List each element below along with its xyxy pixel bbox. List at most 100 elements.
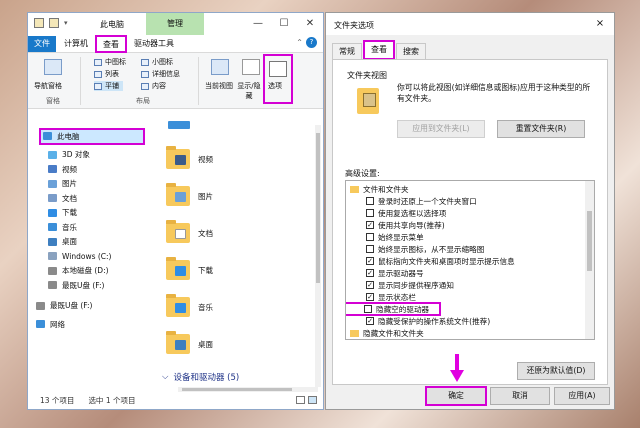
- checkbox[interactable]: [366, 197, 374, 205]
- new-folder-icon[interactable]: [49, 18, 59, 28]
- large-icons-view-icon[interactable]: [308, 396, 317, 404]
- folder-item[interactable]: 视频: [166, 146, 213, 169]
- checkbox[interactable]: [366, 245, 374, 253]
- layout-details[interactable]: 详细信息: [141, 69, 180, 79]
- dialog-close-icon[interactable]: ×: [586, 13, 614, 35]
- nav-item-label: 文档: [62, 193, 77, 203]
- nav-item[interactable]: 文档: [28, 191, 144, 206]
- nav-item[interactable]: 此电脑: [39, 128, 145, 145]
- layout-content[interactable]: 内容: [141, 81, 166, 91]
- nav-item[interactable]: 视频: [28, 162, 144, 177]
- qat-dropdown-icon[interactable]: ▾: [64, 19, 68, 27]
- options-button[interactable]: 选项: [263, 54, 293, 104]
- setting-item[interactable]: ✓ 使用共享向导(推荐): [346, 219, 594, 231]
- tab-search[interactable]: 搜索: [396, 43, 426, 59]
- layout-list[interactable]: 列表: [94, 69, 119, 79]
- setting-item[interactable]: ✓ 隐藏受保护的操作系统文件(推荐): [346, 315, 594, 327]
- tab-file[interactable]: 文件: [28, 36, 56, 52]
- restore-defaults-button[interactable]: 还原为默认值(D): [517, 362, 595, 380]
- apply-button[interactable]: 应用(A): [554, 387, 610, 405]
- maximize-icon[interactable]: ☐: [271, 13, 297, 35]
- tab-general[interactable]: 常规: [332, 43, 362, 59]
- nav-item-icon: [48, 223, 57, 232]
- setting-label: 隐藏文件和文件夹: [363, 328, 424, 338]
- setting-label: 始终显示菜单: [378, 232, 424, 242]
- cancel-button[interactable]: 取消: [490, 387, 550, 405]
- folder-item[interactable]: 音乐: [166, 294, 213, 317]
- navigation-pane-button[interactable]: 导航窗格: [34, 81, 62, 91]
- tab-view-options[interactable]: 查看: [363, 40, 395, 60]
- current-view-icon[interactable]: [211, 59, 229, 75]
- folder-item[interactable]: 文档: [166, 220, 213, 243]
- help-icon[interactable]: ?: [306, 37, 317, 48]
- nav-item-label: 本地磁盘 (D:): [62, 266, 109, 276]
- minimize-icon[interactable]: —: [245, 13, 271, 35]
- apply-to-folders-button[interactable]: 应用到文件夹(L): [397, 120, 485, 138]
- nav-item[interactable]: 3D 对象: [28, 148, 144, 163]
- options-label: 选项: [268, 82, 282, 90]
- folder-label: 图片: [198, 191, 213, 201]
- current-view-button[interactable]: 当前视图: [204, 81, 234, 91]
- checkbox[interactable]: [364, 305, 372, 313]
- layout-small-icons[interactable]: 小图标: [141, 57, 173, 67]
- details-view-icon[interactable]: [296, 396, 305, 404]
- checkbox[interactable]: [366, 233, 374, 241]
- settings-scrollbar[interactable]: [585, 181, 594, 339]
- layout-medium-icons[interactable]: 中图标: [94, 57, 126, 67]
- folder-item[interactable]: 下载: [166, 257, 213, 280]
- annotation-arrow-icon: [450, 354, 464, 382]
- properties-icon[interactable]: [34, 18, 44, 28]
- setting-item[interactable]: 隐藏空的驱动器: [346, 302, 441, 316]
- checkbox[interactable]: ✓: [366, 281, 374, 289]
- close-icon[interactable]: ✕: [297, 13, 323, 35]
- setting-item[interactable]: ✓ 显示驱动器号: [346, 267, 594, 279]
- checkbox[interactable]: ✓: [366, 317, 374, 325]
- nav-item[interactable]: 最既U盘 (F:): [28, 299, 144, 314]
- nav-item[interactable]: Windows (C:): [28, 249, 144, 264]
- ok-button[interactable]: 确定: [425, 386, 487, 406]
- reset-folders-button[interactable]: 重置文件夹(R): [497, 120, 585, 138]
- show-hide-button[interactable]: 显示/隐藏: [234, 81, 264, 101]
- nav-item[interactable]: 下载: [28, 206, 144, 221]
- checkbox[interactable]: ✓: [366, 257, 374, 265]
- nav-item-icon: [48, 179, 57, 188]
- checkbox[interactable]: ✓: [366, 269, 374, 277]
- tab-manage[interactable]: 管理: [146, 13, 204, 35]
- folder-icon: [166, 220, 190, 243]
- settings-category: 隐藏文件和文件夹: [346, 327, 594, 339]
- setting-item[interactable]: 使用复选框以选择项: [346, 207, 594, 219]
- navigation-pane-icon[interactable]: [44, 59, 62, 75]
- tab-computer[interactable]: 计算机: [58, 36, 94, 52]
- setting-item[interactable]: 登录时还原上一个文件夹窗口: [346, 195, 594, 207]
- nav-item-icon: [48, 266, 57, 275]
- nav-item[interactable]: 音乐: [28, 220, 144, 235]
- content-scrollbar[interactable]: [315, 125, 321, 387]
- layout-tiles[interactable]: 平铺: [94, 81, 123, 91]
- settings-category: 文件和文件夹: [346, 183, 594, 195]
- folder-icon: [350, 329, 359, 337]
- nav-item-icon: [43, 132, 52, 141]
- setting-item[interactable]: ✓ 鼠标指向文件夹和桌面项时显示提示信息: [346, 255, 594, 267]
- nav-item[interactable]: 图片: [28, 177, 144, 192]
- setting-item[interactable]: 始终显示菜单: [346, 231, 594, 243]
- setting-item[interactable]: 始终显示图标，从不显示缩略图: [346, 243, 594, 255]
- folder-label: 音乐: [198, 302, 213, 312]
- folder-item[interactable]: 桌面: [166, 331, 213, 354]
- setting-item[interactable]: ✓ 显示同步提供程序通知: [346, 279, 594, 291]
- nav-item[interactable]: 最既U盘 (F:): [28, 278, 144, 293]
- folder-item[interactable]: 图片: [166, 183, 213, 206]
- nav-item[interactable]: 桌面: [28, 235, 144, 250]
- checkbox[interactable]: [366, 209, 374, 217]
- explorer-titlebar: ▾ 此电脑 管理 — ☐ ✕: [28, 13, 323, 35]
- folder-views-label: 文件夹视图: [347, 71, 387, 80]
- devices-group-header[interactable]: ⌵ 设备和驱动器 (5): [162, 371, 239, 383]
- setting-item[interactable]: ✓ 显示状态栏: [346, 291, 594, 303]
- checkbox[interactable]: ✓: [366, 221, 374, 229]
- tab-view[interactable]: 查看: [95, 35, 127, 53]
- tab-drive-tools[interactable]: 驱动器工具: [128, 36, 180, 52]
- nav-item[interactable]: 网络: [28, 317, 144, 332]
- ribbon-collapse-icon[interactable]: ⌃: [296, 38, 303, 47]
- nav-item[interactable]: 本地磁盘 (D:): [28, 264, 144, 279]
- show-hide-icon[interactable]: [242, 59, 260, 75]
- checkbox[interactable]: ✓: [366, 293, 374, 301]
